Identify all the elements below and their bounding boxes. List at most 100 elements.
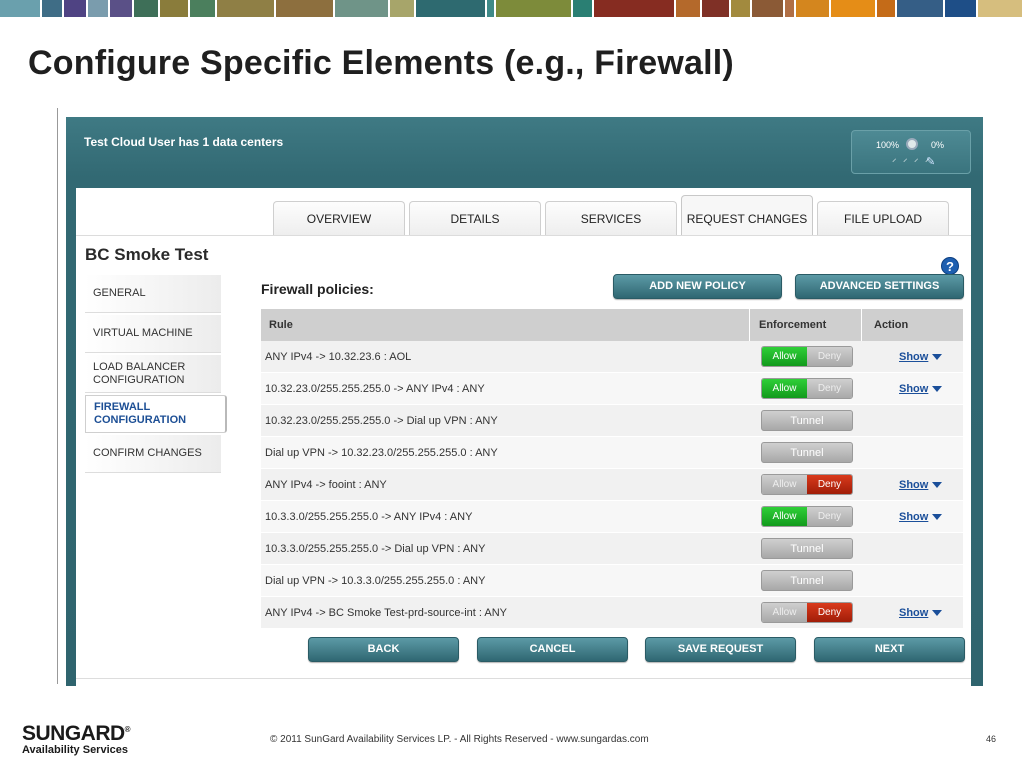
allow-deny-toggle[interactable]: Allow Deny: [761, 474, 853, 495]
show-link-label: Show: [899, 382, 929, 395]
color-bar-segment: [110, 0, 133, 17]
copyright-text: © 2011 SunGard Availability Services LP.…: [270, 734, 649, 745]
allow-option[interactable]: Allow: [762, 347, 807, 366]
color-bar-segment: [0, 0, 41, 17]
enforcement-cell: Tunnel: [750, 538, 862, 559]
tab-request-changes[interactable]: REQUEST CHANGES: [681, 195, 813, 235]
show-details-link[interactable]: Show: [899, 510, 943, 523]
show-details-link[interactable]: Show: [899, 350, 943, 363]
allow-deny-toggle[interactable]: Allow Deny: [761, 346, 853, 367]
show-link-label: Show: [899, 350, 929, 363]
rule-text: Dial up VPN -> 10.32.23.0/255.255.255.0 …: [265, 446, 498, 459]
allow-option[interactable]: Allow: [762, 507, 807, 526]
allow-option[interactable]: Allow: [762, 603, 807, 622]
color-bar-segment: [487, 0, 495, 17]
color-bar-segment: [275, 0, 333, 17]
color-bar-segment: [784, 0, 795, 17]
color-bar-segment: [64, 0, 87, 17]
action-cell: Show: [862, 511, 963, 523]
tab-divider: [76, 235, 971, 236]
tunnel-toggle[interactable]: Tunnel: [761, 570, 853, 591]
save-request-button[interactable]: SAVE REQUEST: [645, 637, 796, 662]
datacenter-summary: Test Cloud User has 1 data centers: [84, 135, 284, 149]
color-bar-segment: [389, 0, 414, 17]
edit-icon[interactable]: ✎: [926, 155, 935, 168]
gauge-knob-icon: [906, 138, 918, 150]
table-row: 10.32.23.0/255.255.255.0 -> ANY IPv4 : A…: [261, 373, 963, 405]
next-button[interactable]: NEXT: [814, 637, 965, 662]
color-bar-segment: [897, 0, 943, 17]
rule-text: 10.32.23.0/255.255.255.0 -> ANY IPv4 : A…: [265, 382, 485, 395]
show-link-label: Show: [899, 606, 929, 619]
chevron-down-icon: [932, 513, 943, 520]
table-row: 10.32.23.0/255.255.255.0 -> Dial up VPN …: [261, 405, 963, 437]
color-bar-segment: [751, 0, 783, 17]
main-panel: OVERVIEW DETAILS SERVICES REQUEST CHANGES FI…: [76, 188, 971, 686]
color-bar-segment: [217, 0, 274, 17]
enforcement-cell: Allow Deny: [750, 506, 862, 527]
chevron-down-icon: [932, 353, 943, 360]
chevron-down-icon: [932, 609, 943, 616]
firewall-policy-table: Rule Enforcement Action ANY IPv4 -> 10.3…: [261, 309, 963, 629]
deny-option[interactable]: Deny: [807, 379, 852, 398]
allow-option[interactable]: Allow: [762, 475, 807, 494]
show-link-label: Show: [899, 510, 929, 523]
sidenav-item-general[interactable]: GENERAL: [85, 275, 221, 313]
sidenav-item-firewall-configuration[interactable]: FIREWALL CONFIGURATION: [85, 395, 227, 433]
deny-option[interactable]: Deny: [807, 347, 852, 366]
allow-deny-toggle[interactable]: Allow Deny: [761, 602, 853, 623]
tab-services[interactable]: SERVICES: [545, 201, 677, 235]
color-bar-segment: [731, 0, 750, 17]
add-new-policy-button[interactable]: ADD NEW POLICY: [613, 274, 782, 299]
rule-text: ANY IPv4 -> fooint : ANY: [265, 478, 387, 491]
color-bar-segment: [593, 0, 675, 17]
color-bar-segment: [496, 0, 572, 17]
color-bar-segment: [702, 0, 730, 17]
usage-gauge[interactable]: 100% 0% ⸍ ⸍ ⸍ ⸍ ✎: [851, 130, 971, 174]
deny-option[interactable]: Deny: [807, 475, 852, 494]
chevron-down-icon: [932, 385, 943, 392]
rule-text: 10.3.3.0/255.255.255.0 -> ANY IPv4 : ANY: [265, 510, 473, 523]
sidenav-item-confirm-changes[interactable]: CONFIRM CHANGES: [85, 435, 221, 473]
sidenav-item-load-balancer-configuration[interactable]: LOAD BALANCER CONFIGURATION: [85, 355, 221, 393]
color-bar-segment: [415, 0, 486, 17]
show-link-label: Show: [899, 478, 929, 491]
allow-deny-toggle[interactable]: Allow Deny: [761, 506, 853, 527]
tunnel-toggle[interactable]: Tunnel: [761, 442, 853, 463]
rule-text: Dial up VPN -> 10.3.3.0/255.255.255.0 : …: [265, 574, 486, 587]
enforcement-cell: Allow Deny: [750, 602, 862, 623]
logo-brand-text: SUNGARD: [22, 722, 125, 745]
tab-file-upload[interactable]: FILE UPLOAD: [817, 201, 949, 235]
tunnel-toggle[interactable]: Tunnel: [761, 538, 853, 559]
cancel-button[interactable]: CANCEL: [477, 637, 628, 662]
column-header-action: Action: [874, 319, 909, 331]
table-row: ANY IPv4 -> BC Smoke Test-prd-source-int…: [261, 597, 963, 629]
tab-overview[interactable]: OVERVIEW: [273, 201, 405, 235]
color-bar-segment: [978, 0, 1022, 17]
rule-text: 10.3.3.0/255.255.255.0 -> Dial up VPN : …: [265, 542, 486, 555]
advanced-settings-button[interactable]: ADVANCED SETTINGS: [795, 274, 964, 299]
color-bar-segment: [334, 0, 388, 17]
color-bar-segment: [796, 0, 829, 17]
deny-option[interactable]: Deny: [807, 603, 852, 622]
enforcement-cell: Allow Deny: [750, 474, 862, 495]
help-icon[interactable]: ?: [941, 257, 959, 275]
gauge-right-value: 0%: [930, 140, 944, 150]
show-details-link[interactable]: Show: [899, 478, 943, 491]
enforcement-cell: Allow Deny: [750, 378, 862, 399]
allow-deny-toggle[interactable]: Allow Deny: [761, 378, 853, 399]
table-row: Dial up VPN -> 10.32.23.0/255.255.255.0 …: [261, 437, 963, 469]
logo-brand: SUNGARD®: [22, 719, 131, 745]
tunnel-toggle[interactable]: Tunnel: [761, 410, 853, 431]
deny-option[interactable]: Deny: [807, 507, 852, 526]
show-details-link[interactable]: Show: [899, 606, 943, 619]
table-header: Rule Enforcement Action: [261, 309, 963, 341]
back-button[interactable]: BACK: [308, 637, 459, 662]
show-details-link[interactable]: Show: [899, 382, 943, 395]
sidenav-item-virtual-machine[interactable]: VIRTUAL MACHINE: [85, 315, 221, 353]
tab-details[interactable]: DETAILS: [409, 201, 541, 235]
allow-option[interactable]: Allow: [762, 379, 807, 398]
color-bar-segment: [676, 0, 701, 17]
rule-text: ANY IPv4 -> BC Smoke Test-prd-source-int…: [265, 606, 507, 619]
column-header-enforcement: Enforcement: [750, 309, 862, 341]
